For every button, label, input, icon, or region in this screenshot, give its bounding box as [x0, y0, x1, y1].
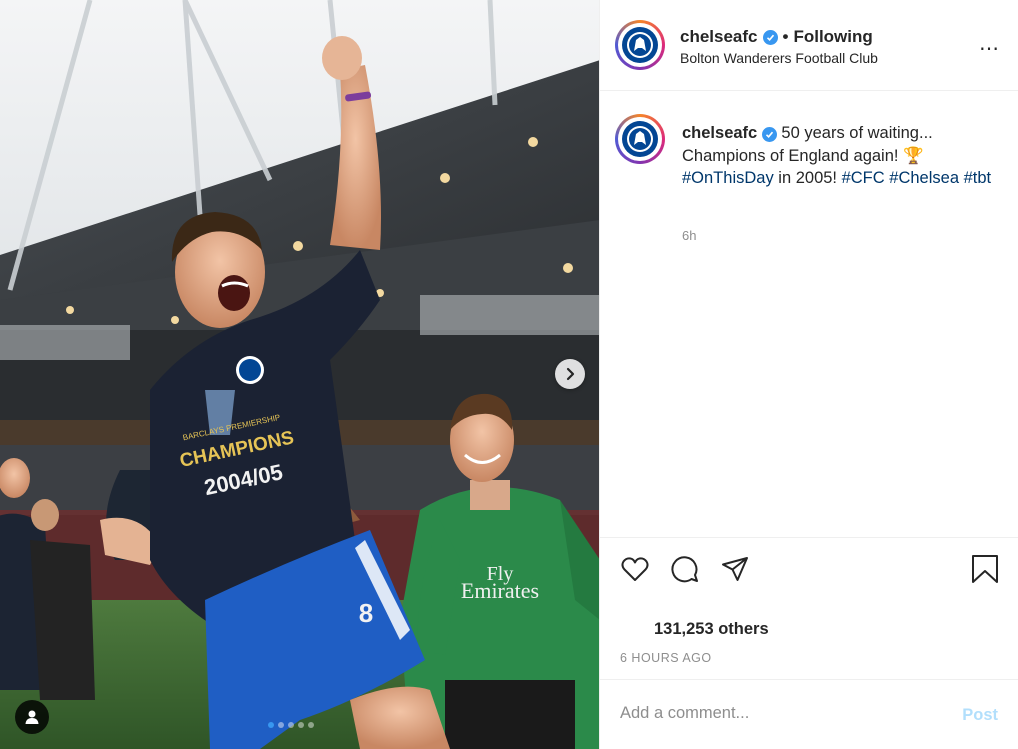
hashtag-link[interactable]: #Chelsea — [889, 169, 959, 187]
caption-text: chelseafc 50 years of waiting... Champio… — [682, 122, 992, 190]
following-button[interactable]: Following — [793, 27, 872, 47]
header-user-line: chelseafc • Following — [680, 27, 873, 47]
tagged-users-button[interactable] — [15, 700, 49, 734]
heart-icon — [621, 557, 649, 581]
carousel-dot — [268, 722, 274, 728]
post-time-ago: 6 HOURS AGO — [620, 651, 712, 665]
keeper-sponsor-2: Emirates — [461, 578, 539, 603]
caption-timestamp: 6h — [682, 228, 697, 243]
more-icon: ⋯ — [979, 38, 1000, 60]
hashtag-link[interactable]: #tbt — [964, 169, 992, 187]
hashtag-link[interactable]: #OnThisDay — [682, 169, 774, 187]
share-button[interactable] — [720, 554, 750, 584]
comment-icon — [671, 556, 698, 583]
chevron-right-icon — [566, 367, 575, 381]
caption-body-mid: in 2005! — [773, 169, 842, 187]
bookmark-icon — [972, 555, 998, 583]
post-comment-button[interactable]: Post — [962, 706, 998, 725]
likes-count[interactable]: 131,253 others — [654, 620, 769, 639]
hashtag-link[interactable]: #CFC — [842, 169, 885, 187]
caption-avatar[interactable] — [615, 114, 665, 164]
more-options-button[interactable]: ⋯ — [979, 36, 1000, 61]
carousel-dot — [308, 722, 314, 728]
chelsea-crest-icon — [622, 121, 658, 157]
carousel-indicator — [268, 722, 314, 728]
post-photo: Fly Emirates BARCLAYS PREMIERSHIP CHAMPI… — [0, 0, 599, 749]
carousel-next-button[interactable] — [555, 359, 585, 389]
verified-icon — [762, 29, 778, 45]
carousel-dot — [298, 722, 304, 728]
like-button[interactable] — [620, 554, 650, 584]
comment-form: Post — [600, 679, 1018, 749]
comment-button[interactable] — [670, 554, 700, 584]
carousel-dot — [278, 722, 284, 728]
chelsea-crest-icon — [622, 27, 658, 63]
post-details-panel: chelseafc • Following Bolton Wanderers F… — [600, 0, 1018, 749]
username-link[interactable]: chelseafc — [680, 27, 758, 47]
comment-input[interactable] — [620, 704, 920, 723]
shorts-number: 8 — [359, 598, 373, 628]
post-header: chelseafc • Following Bolton Wanderers F… — [600, 0, 1018, 91]
location-link[interactable]: Bolton Wanderers Football Club — [680, 50, 878, 66]
action-bar — [600, 537, 1018, 597]
post-media[interactable]: Fly Emirates BARCLAYS PREMIERSHIP CHAMPI… — [0, 0, 600, 749]
share-icon — [722, 557, 748, 581]
save-button[interactable] — [970, 554, 1000, 584]
user-tag-icon — [25, 710, 39, 724]
separator-dot: • — [782, 27, 789, 46]
avatar[interactable] — [615, 20, 665, 70]
caption-username[interactable]: chelseafc — [682, 124, 757, 142]
carousel-dot — [288, 722, 294, 728]
verified-icon — [761, 127, 777, 142]
